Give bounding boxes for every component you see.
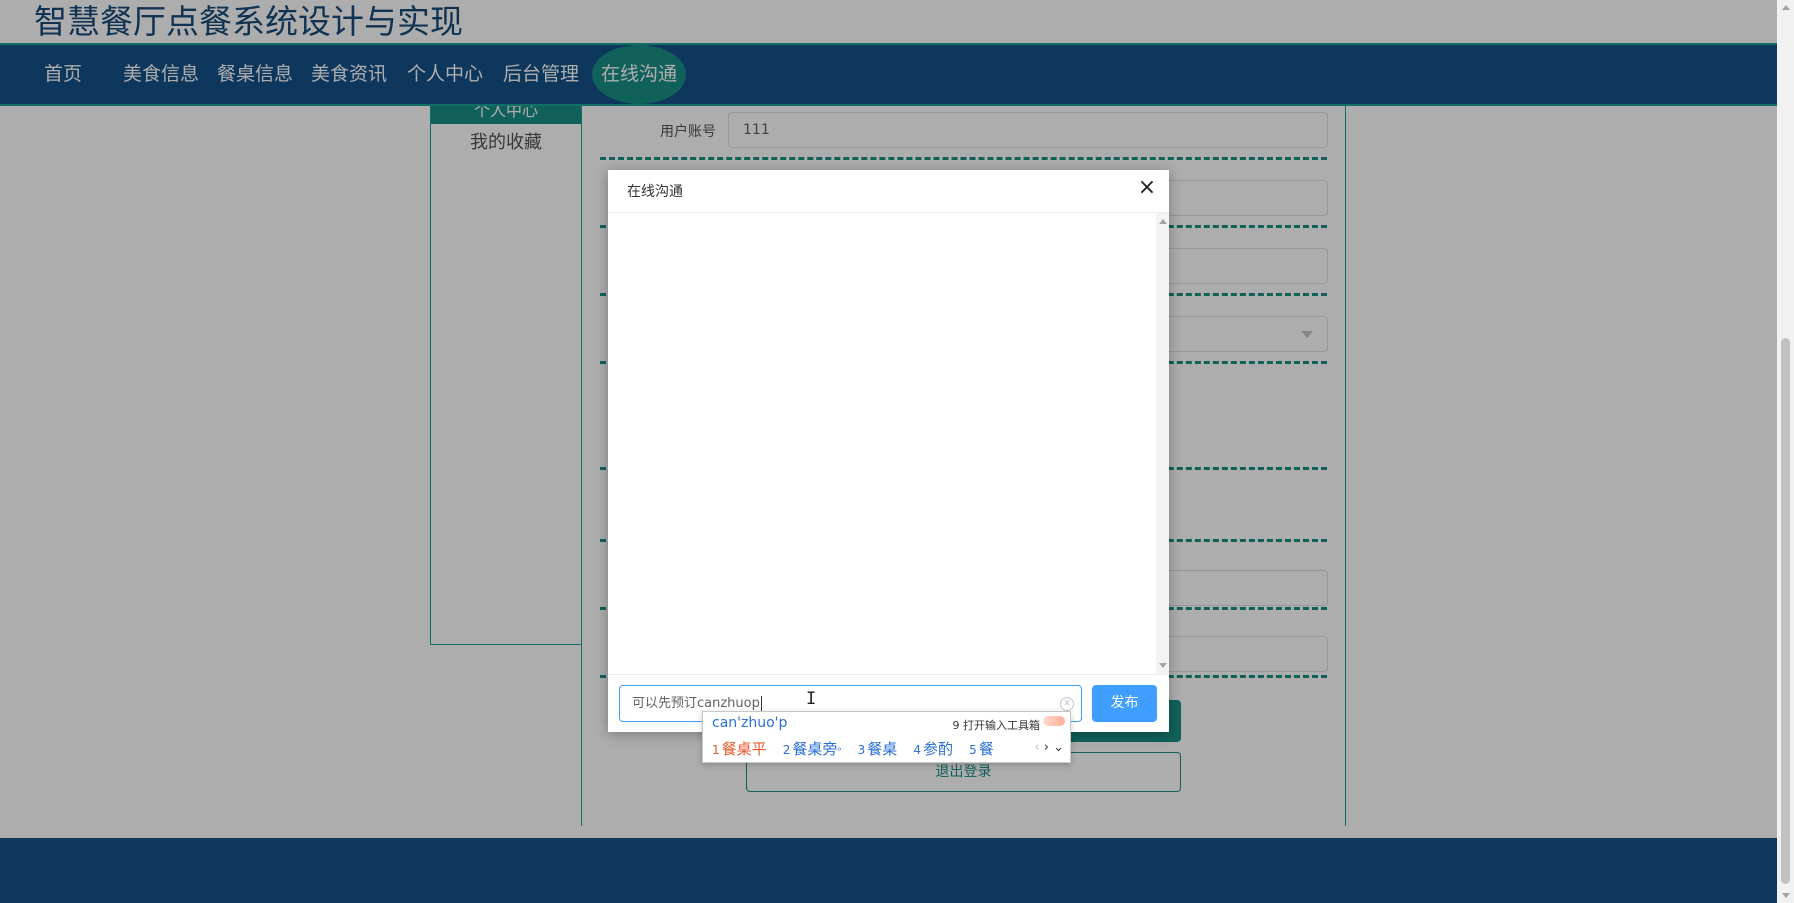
chevron-left-icon[interactable]: ‹ (1034, 740, 1039, 755)
ime-candidate[interactable]: 1 餐桌平 (712, 739, 767, 760)
dialog-title: 在线沟通 (627, 184, 683, 200)
ime-candidate[interactable]: 4 参酌 (913, 739, 953, 760)
chevron-right-icon[interactable]: › (1044, 740, 1049, 755)
chat-scroll-down-icon[interactable] (1159, 663, 1167, 668)
clear-icon[interactable]: ✕ (1060, 697, 1074, 711)
text-cursor-icon: I (806, 689, 817, 709)
ime-candidate-popup: can'zhuo'p 9 打开输入工具箱 1 餐桌平 2 餐桌旁ᵒ 3 餐桌 4 参酌 … (702, 711, 1071, 763)
page-scrollbar[interactable] (1777, 0, 1794, 903)
close-icon[interactable]: × (1135, 176, 1159, 200)
online-chat-dialog: 在线沟通 × 可以先预订canzhuop ✕ 发布 (608, 170, 1169, 732)
ime-toolbox-link[interactable]: 9 打开输入工具箱 (953, 717, 1041, 733)
chat-input-text: 可以先预订canzhuop (632, 696, 760, 711)
chat-scroll-up-icon[interactable] (1159, 219, 1167, 224)
ime-composition: can'zhuo'p (712, 715, 788, 731)
scroll-down-arrow-icon[interactable] (1782, 893, 1790, 898)
ime-page-nav: ‹ › ⌄ (1034, 740, 1064, 755)
chat-message-area[interactable] (608, 212, 1169, 675)
ime-candidate[interactable]: 3 餐桌 (858, 739, 898, 760)
ime-candidate[interactable]: 2 餐桌旁ᵒ (783, 739, 842, 762)
scrollbar-thumb[interactable] (1781, 338, 1790, 884)
chevron-down-icon[interactable]: ⌄ (1053, 740, 1064, 755)
publish-button[interactable]: 发布 (1092, 685, 1157, 722)
chat-scrollbar[interactable] (1156, 213, 1169, 674)
ime-candidates: 1 餐桌平 2 餐桌旁ᵒ 3 餐桌 4 参酌 5餐 (712, 739, 1005, 759)
ime-candidate[interactable]: 5餐 (969, 739, 994, 760)
text-caret (760, 696, 762, 711)
ime-skin-icon (1043, 716, 1065, 726)
scroll-up-arrow-icon[interactable] (1782, 5, 1790, 10)
